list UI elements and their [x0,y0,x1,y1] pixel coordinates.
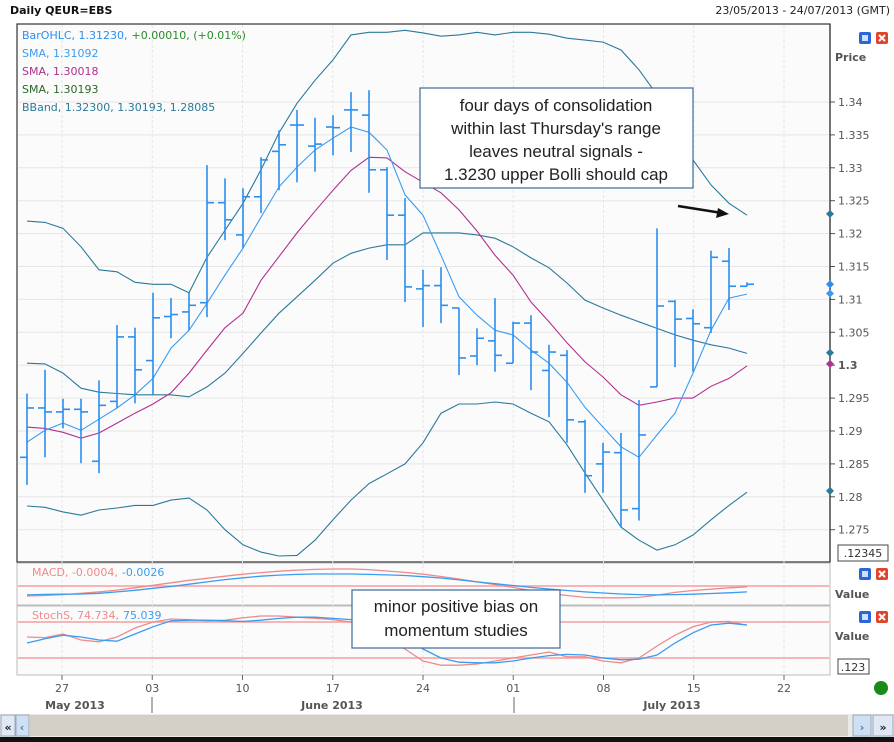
annotation-consolidation: four days of consolidation within last T… [419,87,694,189]
price-tick-label: 1.315 [838,261,870,274]
panel-maximize-button[interactable] [859,568,871,580]
date-tick-label: 22 [777,682,791,695]
scrollbar[interactable]: « ‹ › » [0,714,894,737]
macd-axis-title: Value [835,588,869,601]
price-tick-label: 1.31 [838,293,863,306]
macd-legend: MACD, -0.0004, -0.0026 [32,566,164,579]
price-tick-label: 1.28 [838,491,863,504]
month-label: July 2013 [642,699,700,712]
window-bottom-edge [0,737,894,742]
double-chevron-right-icon: » [879,721,886,734]
chevron-left-icon: ‹ [20,721,25,734]
panel-close-button[interactable] [876,568,888,580]
legend-bar-label: BarOHLC, 1.31230, [22,29,128,42]
price-tick-label: 1.32 [838,228,863,241]
annotation-line: four days of consolidation [460,96,653,115]
panel-maximize-button[interactable] [859,32,871,44]
price-tick-label: 1.295 [838,392,870,405]
annotation-momentum: minor positive bias on momentum studies [351,589,561,649]
panel-close-button[interactable] [876,611,888,623]
annotation-line: leaves neutral signals - [469,142,643,161]
scrollbar-track[interactable] [30,715,848,736]
date-tick-label: 24 [416,682,430,695]
date-tick-label: 01 [506,682,520,695]
scroll-prev-button[interactable]: ‹ [15,714,30,737]
stoch-format-box[interactable]: .123 [837,658,870,675]
annotation-line: momentum studies [384,621,528,640]
date-tick-label: 10 [236,682,250,695]
date-tick-label: 15 [687,682,701,695]
status-indicator-icon [874,681,888,695]
double-chevron-left-icon: « [4,721,11,734]
chart-root: Daily QEUR=EBS 23/05/2013 - 24/07/2013 (… [0,0,894,742]
price-tick-label: 1.325 [838,195,870,208]
price-tick-label: 1.305 [838,326,870,339]
stoch-legend-label: StochS, 74.734, [32,609,119,622]
stoch-axis-title: Value [835,630,869,643]
month-label: May 2013 [45,699,105,712]
scroll-first-button[interactable]: « [0,714,16,737]
price-tick-label: 1.34 [838,96,863,109]
maximize-icon-inner [862,614,868,620]
panel-close-button[interactable] [876,32,888,44]
macd-legend-label: MACD, -0.0004, [32,566,118,579]
legend-sma-mid: SMA, 1.30193 [22,83,98,96]
stoch-legend-signal: 75.039 [123,609,162,622]
price-tick-label: 1.33 [838,162,863,175]
legend-bband: BBand, 1.32300, 1.30193, 1.28085 [22,101,215,114]
stoch-format-label: .123 [841,661,866,674]
date-tick-label: 17 [326,682,340,695]
scroll-last-button[interactable]: » [872,714,894,737]
legend-bar: BarOHLC, 1.31230, +0.00010, (+0.01%) [22,29,246,42]
date-tick-label: 27 [55,682,69,695]
legend-sma-slow: SMA, 1.30018 [22,65,98,78]
price-tick-label: 1.335 [838,129,870,142]
month-label: June 2013 [300,699,363,712]
chart-title: Daily QEUR=EBS [10,4,112,17]
price-format-label: .12345 [844,547,883,560]
annotation-line: within last Thursday's range [450,119,661,138]
legend-sma-fast: SMA, 1.31092 [22,47,98,60]
price-tick-label: 1.285 [838,458,870,471]
price-format-box[interactable]: .12345 [837,544,889,562]
price-tick-label: 1.275 [838,524,870,537]
date-tick-label: 03 [145,682,159,695]
annotation-line: minor positive bias on [374,597,538,616]
annotation-line: 1.3230 upper Bolli should cap [444,165,668,184]
price-tick-label: 1.3 [838,359,858,372]
legend-bar-change: +0.00010, (+0.01%) [132,29,246,42]
macd-legend-signal: -0.0026 [122,566,164,579]
maximize-icon-inner [862,35,868,41]
date-tick-label: 08 [597,682,611,695]
maximize-icon-inner [862,571,868,577]
price-axis-title: Price [835,51,866,64]
scroll-next-button[interactable]: › [852,714,872,737]
stoch-legend: StochS, 74.734, 75.039 [32,609,162,622]
chevron-right-icon: › [860,721,865,734]
date-range: 23/05/2013 - 24/07/2013 (GMT) [715,4,890,17]
price-tick-label: 1.29 [838,425,863,438]
panel-maximize-button[interactable] [859,611,871,623]
